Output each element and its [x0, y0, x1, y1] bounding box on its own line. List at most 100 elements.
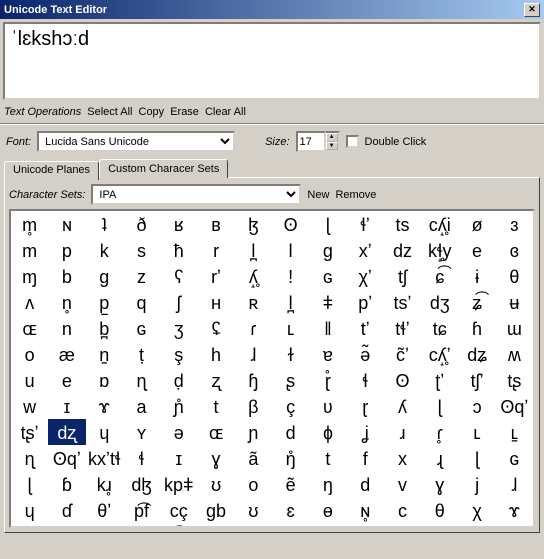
char-cell[interactable]: ʜ [197, 289, 234, 315]
char-cell[interactable]: m [11, 237, 48, 263]
char-cell[interactable]: o [235, 471, 272, 497]
char-cell[interactable]: x [384, 445, 421, 471]
char-cell[interactable]: ʘqʼ [48, 445, 85, 471]
char-cell[interactable]: tʂʼ [11, 419, 48, 445]
char-cell[interactable]: q [123, 289, 160, 315]
char-cell[interactable]: ɱ [11, 263, 48, 289]
char-cell[interactable]: ʈʼ [421, 367, 458, 393]
chevron-up-icon[interactable]: ▲ [326, 133, 338, 142]
char-cell[interactable]: ɭ [421, 393, 458, 419]
char-cell[interactable]: dʑ [458, 341, 495, 367]
char-cell[interactable]: ɸ [309, 419, 346, 445]
char-cell[interactable]: ǂ [309, 289, 346, 315]
char-cell[interactable]: d [347, 471, 384, 497]
size-input[interactable] [296, 131, 326, 152]
char-cell[interactable]: ɲ̊ [160, 393, 197, 419]
char-cell[interactable]: dʐ [48, 419, 85, 445]
char-cell[interactable]: b [48, 263, 85, 289]
char-cell[interactable]: β [235, 393, 272, 419]
close-icon[interactable]: ✕ [524, 3, 540, 17]
char-cell[interactable]: e [48, 367, 85, 393]
char-cell[interactable]: ʀ [235, 289, 272, 315]
char-cell[interactable]: θ [496, 263, 533, 289]
char-cell[interactable]: ħ [160, 237, 197, 263]
char-cell[interactable]: ã [235, 445, 272, 471]
char-cell[interactable]: ʢ [197, 315, 234, 341]
char-cell[interactable]: ɗ̥ [86, 523, 123, 528]
char-cell[interactable]: d [272, 419, 309, 445]
char-cell[interactable]: p̪ [86, 289, 123, 315]
char-cell[interactable]: ɰ [11, 523, 48, 528]
char-cell[interactable]: xʼ [347, 237, 384, 263]
char-cell[interactable]: ʃ [160, 289, 197, 315]
char-cell[interactable]: ɢ [123, 315, 160, 341]
char-cell[interactable]: ẽ [272, 471, 309, 497]
char-cell[interactable]: s [123, 237, 160, 263]
char-cell[interactable]: ɔ [458, 393, 495, 419]
text-editor[interactable]: ˈlɛkshɔːd [3, 22, 541, 100]
char-cell[interactable]: kxʼtɬ [86, 445, 123, 471]
char-cell[interactable]: m̥ [11, 211, 48, 237]
char-cell[interactable]: œ [272, 523, 309, 528]
char-cell[interactable]: cʎ̝̥i [421, 211, 458, 237]
char-cell[interactable]: ɡ [86, 263, 123, 289]
char-cell[interactable]: χʼ [347, 263, 384, 289]
char-cell[interactable]: ʘqʼ [496, 393, 533, 419]
char-cell[interactable]: c̃ʼ [384, 341, 421, 367]
char-cell[interactable]: ɪ [160, 445, 197, 471]
tab-custom-sets[interactable]: Custom Characer Sets [99, 159, 228, 178]
char-cell[interactable]: ʒ [160, 315, 197, 341]
char-cell[interactable]: ǁ [309, 315, 346, 341]
char-cell[interactable]: ʝ [347, 419, 384, 445]
char-cell[interactable]: k [86, 237, 123, 263]
char-cell[interactable]: ʡ [48, 523, 85, 528]
char-cell[interactable]: ʇ [86, 211, 123, 237]
copy-button[interactable]: Copy [139, 106, 165, 118]
char-cell[interactable]: b̪ [86, 315, 123, 341]
char-cell[interactable]: r [197, 237, 234, 263]
char-cell[interactable]: ø [458, 211, 495, 237]
char-cell[interactable]: tsʼ [384, 289, 421, 315]
char-cell[interactable]: ʋ [309, 393, 346, 419]
char-cell[interactable]: j [458, 471, 495, 497]
char-cell[interactable]: ǃ [272, 263, 309, 289]
char-cell[interactable]: æ [48, 341, 85, 367]
char-cell[interactable]: ɞ [496, 237, 533, 263]
char-cell[interactable]: ṭ [123, 341, 160, 367]
char-cell[interactable]: ɕ͡ [421, 263, 458, 289]
char-cell[interactable]: ɤ [86, 393, 123, 419]
char-cell[interactable]: ʎ̝̥ [235, 263, 272, 289]
char-cell[interactable]: cʎ̝̥ʼ [421, 341, 458, 367]
char-cell[interactable]: θʼ [86, 497, 123, 523]
char-cell[interactable]: ɗ [48, 497, 85, 523]
char-cell[interactable]: l̪ [272, 289, 309, 315]
char-cell[interactable]: ḍ [160, 367, 197, 393]
char-cell[interactable]: ɬ [347, 367, 384, 393]
char-cell[interactable]: ə [160, 419, 197, 445]
char-cell[interactable]: p͡f [123, 497, 160, 523]
char-cell[interactable]: dz [384, 237, 421, 263]
char-cell[interactable]: t [197, 393, 234, 419]
char-cell[interactable]: ɭ [458, 445, 495, 471]
clear-all-button[interactable]: Clear All [205, 106, 246, 118]
char-cell[interactable]: ɦ [458, 315, 495, 341]
char-cell[interactable]: tɕ [421, 315, 458, 341]
char-cell[interactable]: dʒ [421, 289, 458, 315]
char-cell[interactable]: ɥ [86, 419, 123, 445]
char-cell[interactable]: h [197, 341, 234, 367]
char-cell[interactable]: ɮ [235, 211, 272, 237]
char-cell[interactable]: ŋ̊ [272, 445, 309, 471]
char-cell[interactable]: rʼ [197, 263, 234, 289]
char-cell[interactable]: ɾ̥ [421, 419, 458, 445]
char-cell[interactable]: ʊ [235, 497, 272, 523]
char-cell[interactable]: ð [123, 211, 160, 237]
font-select[interactable]: Lucida Sans Unicode [37, 131, 235, 152]
char-cell[interactable]: ɬʼ [347, 211, 384, 237]
char-cell[interactable]: ʏ [123, 419, 160, 445]
char-cell[interactable]: ş [160, 341, 197, 367]
char-cell[interactable]: ɪ [48, 393, 85, 419]
size-spinner[interactable]: ▲ ▼ [326, 131, 340, 152]
char-cell[interactable]: ɤ [496, 497, 533, 523]
char-cell[interactable]: ʎ [384, 393, 421, 419]
char-cell[interactable]: ʟ [458, 419, 495, 445]
